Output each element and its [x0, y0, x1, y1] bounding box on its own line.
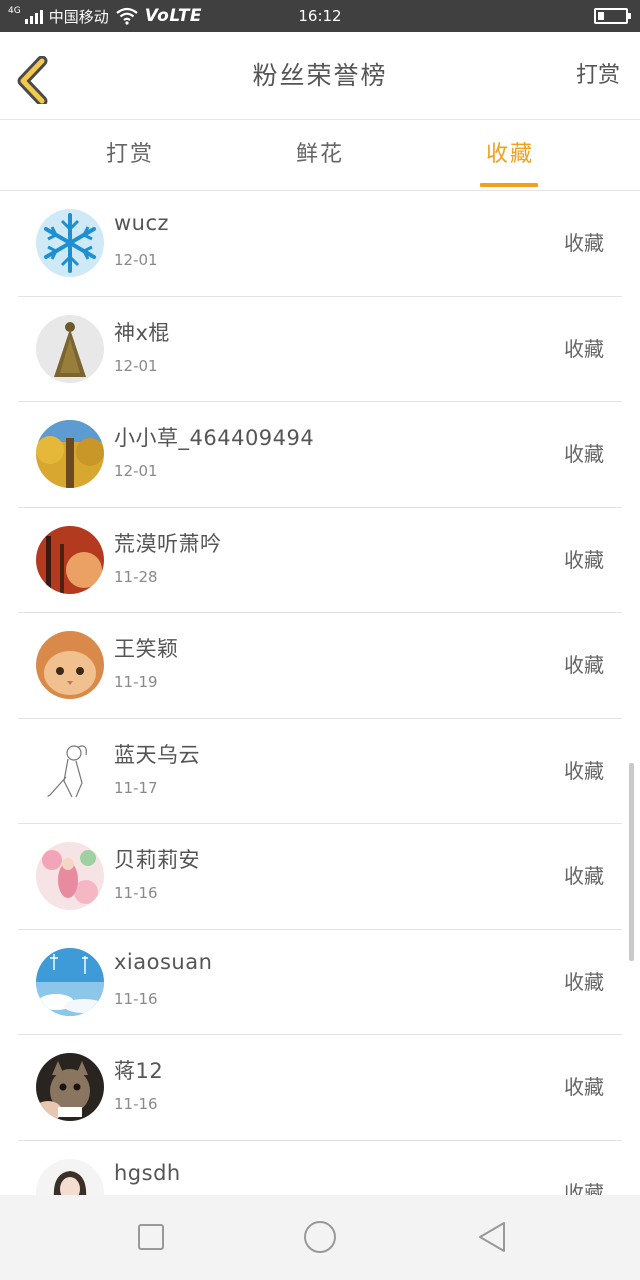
user-date: 11-28	[114, 567, 158, 586]
tab-reward[interactable]: 打赏	[70, 121, 190, 191]
list-item[interactable]: 荒漠听萧吟 11-28 收藏	[18, 508, 622, 613]
avatar	[36, 631, 104, 699]
user-date: 12-01	[114, 462, 158, 480]
list-item[interactable]: 王笑颖 11-19 收藏	[18, 613, 622, 719]
user-name: 王笑颖	[114, 637, 179, 661]
user-name: 神x棍	[114, 320, 170, 345]
tab-flowers[interactable]: 鲜花	[260, 121, 380, 191]
tab-favorites[interactable]: 收藏	[450, 121, 570, 191]
chevron-left-icon	[17, 55, 48, 107]
list-item[interactable]: hgsdh 收藏	[18, 1141, 622, 1196]
tab-bar: 打赏 鲜花 收藏	[0, 121, 640, 191]
user-name: 小小草_464409494	[114, 426, 315, 450]
triangle-back-icon	[479, 1222, 505, 1252]
system-nav-bar	[0, 1195, 640, 1280]
list-item[interactable]: wucz 12-01 收藏	[18, 191, 622, 297]
favorite-label: 收藏	[564, 231, 604, 255]
user-name: 贝莉莉安	[114, 848, 200, 872]
avatar	[36, 420, 104, 488]
avatar	[36, 1053, 104, 1121]
battery-icon	[594, 8, 631, 24]
list-scrollbar[interactable]	[629, 763, 634, 961]
avatar	[36, 525, 104, 594]
list-item[interactable]: 蓝天乌云 11-17 收藏	[18, 719, 622, 824]
user-date: 11-19	[114, 673, 158, 691]
header: 粉丝荣誉榜 打赏	[0, 32, 640, 120]
avatar	[36, 736, 104, 805]
recent-apps-button[interactable]	[131, 1217, 171, 1257]
user-name: 荒漠听萧吟	[114, 531, 222, 556]
favorite-label: 收藏	[564, 653, 604, 677]
user-date: 11-16	[114, 884, 158, 902]
list-item[interactable]: 小小草_464409494 12-01 收藏	[18, 402, 622, 508]
list-item[interactable]: 贝莉莉安 11-16 收藏	[18, 824, 622, 930]
user-name: wucz	[114, 211, 170, 235]
user-name: 蓝天乌云	[114, 742, 200, 767]
avatar	[36, 842, 104, 910]
favorite-label: 收藏	[564, 336, 604, 361]
list-item[interactable]: 神x棍 12-01 收藏	[18, 297, 622, 402]
user-name: hgsdh	[114, 1160, 181, 1185]
user-name: 蒋12	[114, 1059, 164, 1083]
user-date: 11-16	[114, 1095, 158, 1113]
favorite-label: 收藏	[564, 758, 604, 783]
page-title: 粉丝荣誉榜	[252, 61, 388, 90]
status-bar: 4G 中国移动 VoLTE 16:12	[0, 0, 640, 32]
user-date: 12-01	[114, 356, 158, 375]
fan-list[interactable]: wucz 12-01 收藏 神x棍 12-01 收藏 小小草_464409494…	[0, 191, 640, 1195]
nav-back-button[interactable]	[472, 1217, 512, 1257]
circle-icon	[304, 1221, 336, 1253]
favorite-label: 收藏	[564, 864, 604, 888]
favorite-label: 收藏	[564, 547, 604, 572]
reward-header-button[interactable]: 打赏	[576, 32, 620, 120]
home-button[interactable]	[300, 1217, 340, 1257]
list-item[interactable]: 蒋12 11-16 收藏	[18, 1035, 622, 1141]
user-date: 11-16	[114, 989, 158, 1008]
favorite-label: 收藏	[564, 442, 604, 466]
avatar	[36, 314, 104, 383]
user-date: 12-01	[114, 251, 158, 269]
list-item[interactable]: xiaosuan 11-16 收藏	[18, 930, 622, 1035]
user-name: xiaosuan	[114, 949, 213, 974]
status-time: 16:12	[298, 7, 342, 25]
favorite-label: 收藏	[564, 1075, 604, 1099]
avatar	[36, 947, 104, 1016]
user-date: 11-17	[114, 778, 158, 797]
square-icon	[138, 1224, 164, 1250]
favorite-label: 收藏	[564, 1180, 604, 1196]
favorite-label: 收藏	[564, 969, 604, 994]
avatar	[36, 1158, 104, 1195]
back-button[interactable]	[14, 55, 54, 107]
avatar	[36, 209, 104, 277]
